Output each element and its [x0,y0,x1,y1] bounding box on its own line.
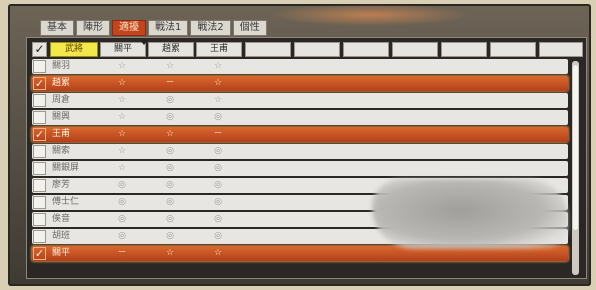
compat-mark: ◎ [214,112,222,122]
redaction-blur [372,179,568,249]
tab-tactics-2[interactable]: 戰法2 [190,20,231,36]
officer-name: 俟音 [52,214,71,224]
column-header-6[interactable] [343,42,389,57]
officer-name: 關興 [52,112,71,122]
compat-mark: ◎ [214,180,222,190]
officer-row[interactable]: 關銀屏 ☆ ◎ ◎ [32,161,568,176]
compat-mark: ☆ [117,112,127,122]
row-checkbox[interactable] [33,179,46,192]
tab-tactics-1[interactable]: 戰法1 [148,20,189,36]
column-header-label: 關平 [113,44,132,54]
officer-row-selected[interactable]: ✓ 王甫 ☆ ☆ － [32,127,568,142]
compat-mark: ◎ [166,146,174,156]
vertical-scrollbar[interactable] [572,61,579,275]
row-checkbox[interactable]: ✓ [33,128,46,141]
row-checkbox[interactable] [33,111,46,124]
compat-mark: － [213,129,223,139]
officer-name: 傅士仁 [52,197,80,207]
scrollbar-thumb[interactable] [573,65,578,230]
row-checkbox[interactable]: ✓ [33,77,46,90]
compat-mark: ◎ [118,197,126,207]
compat-mark: ◎ [166,180,174,190]
compat-mark: ☆ [213,248,223,258]
compat-mark: ☆ [213,78,223,88]
column-header-7[interactable] [392,42,438,57]
compat-mark: ◎ [166,95,174,105]
tab-formation[interactable]: 陣形 [76,20,110,36]
column-header-8[interactable] [441,42,487,57]
compat-mark: ☆ [165,61,175,71]
compat-mark: ◎ [214,214,222,224]
compat-mark: ◎ [118,180,126,190]
compat-mark: ☆ [213,61,223,71]
compat-mark: ◎ [166,112,174,122]
title-glow [270,4,470,26]
column-header-5[interactable] [294,42,340,57]
select-all-checkbox[interactable]: ✓ [32,42,47,57]
row-checkbox[interactable] [33,145,46,158]
compat-mark: ☆ [117,78,127,88]
compat-mark: ☆ [117,95,127,105]
officer-name: 趙累 [52,78,71,88]
tab-personality[interactable]: 個性 [232,20,267,36]
row-checkbox[interactable] [33,60,46,73]
row-checkbox[interactable] [33,196,46,209]
column-header-2[interactable]: 趙累 [148,42,194,57]
compat-mark: ☆ [117,163,127,173]
column-header-3[interactable]: 王甫 [196,42,242,57]
officer-row[interactable]: 周倉 ☆ ◎ ☆ [32,93,568,108]
compat-mark: ☆ [117,146,127,156]
column-header-officer[interactable]: 武將 [50,42,98,57]
sort-indicator-icon [140,40,148,45]
officer-name: 胡班 [52,231,71,241]
officer-name: 王甫 [52,129,71,139]
compat-mark: － [117,248,127,258]
officer-name: 關羽 [52,61,71,71]
officer-row[interactable]: 關興 ☆ ◎ ◎ [32,110,568,125]
compat-mark: ☆ [117,61,127,71]
row-checkbox[interactable] [33,162,46,175]
row-checkbox[interactable] [33,94,46,107]
officer-name: 關平 [52,248,71,258]
compat-mark: ☆ [117,129,127,139]
compat-mark: ☆ [165,129,175,139]
row-checkbox[interactable]: ✓ [33,247,46,260]
compat-mark: － [165,78,175,88]
compat-mark: ◎ [118,214,126,224]
officer-name: 關索 [52,146,71,156]
compat-mark: ◎ [166,197,174,207]
officer-name: 廖芳 [52,180,71,190]
compat-mark: ☆ [165,248,175,258]
tab-basic[interactable]: 基本 [40,20,74,36]
officer-name: 關銀屏 [52,163,80,173]
compat-mark: ◎ [166,214,174,224]
row-checkbox[interactable] [33,213,46,226]
column-header-10[interactable] [539,42,583,57]
officer-row[interactable]: 關索 ☆ ◎ ◎ [32,144,568,159]
column-header-1[interactable]: 關平 [100,40,148,57]
compat-mark: ◎ [214,231,222,241]
compat-mark: ◎ [166,231,174,241]
tab-bar: 基本 陣形 適擾 戰法1 戰法2 個性 [40,20,267,36]
compat-mark: ◎ [118,231,126,241]
tab-compatibility[interactable]: 適擾 [112,20,146,36]
officer-row[interactable]: 關羽 ☆ ☆ ☆ [32,59,568,74]
officer-name: 周倉 [52,95,71,105]
compat-mark: ◎ [214,197,222,207]
compat-mark: ☆ [213,95,223,105]
column-header-4[interactable] [245,42,291,57]
row-checkbox[interactable] [33,230,46,243]
officer-row-selected[interactable]: ✓ 趙累 ☆ － ☆ [32,76,568,91]
compat-mark: ◎ [214,146,222,156]
column-header-9[interactable] [490,42,536,57]
compat-mark: ◎ [166,163,174,173]
compat-mark: ◎ [214,163,222,173]
